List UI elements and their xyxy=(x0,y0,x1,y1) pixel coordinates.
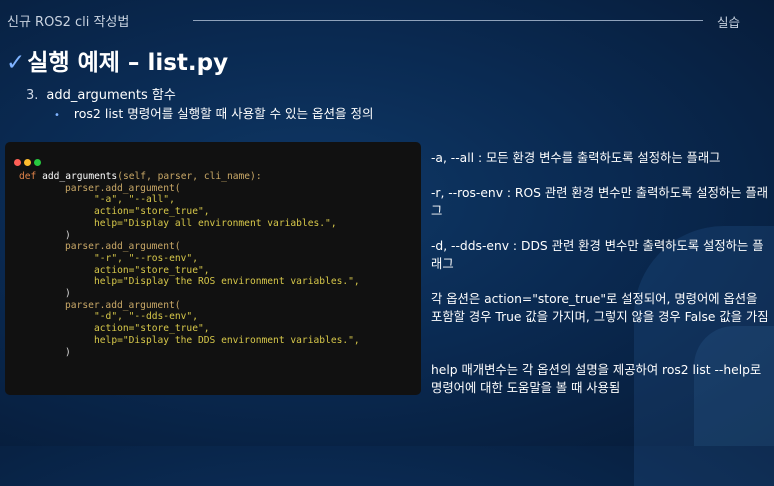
check-icon: ✓ xyxy=(6,50,26,76)
code-line: "-a", "--all", xyxy=(94,194,175,206)
code-line: action="store_true", xyxy=(94,323,210,335)
description-all-flag: -a, --all : 모든 환경 변수를 출력하도록 설정하는 플래그 xyxy=(431,151,721,165)
code-line: help="Display the DDS environment variab… xyxy=(94,334,360,346)
code-line: "-d", "--dds-env", xyxy=(94,311,198,323)
code-line: ) xyxy=(65,229,71,241)
bullet-icon: • xyxy=(54,110,60,121)
window-controls xyxy=(14,151,44,170)
description-ros-env-flag: -r, --ros-env : ROS 관련 환경 변수만 출력하도록 설정하는… xyxy=(431,186,769,218)
list-subitem: • ros2 list 명령어를 실행할 때 사용할 수 있는 옵션을 정의 xyxy=(54,103,374,122)
code-params: (self, parser, cli_name): xyxy=(117,171,262,182)
header-section-tag: 실습 xyxy=(717,15,741,30)
code-line: action="store_true", xyxy=(94,264,210,276)
code-line: "-r", "--ros-env", xyxy=(94,252,198,264)
slide-title-text: 실행 예제 – list.py xyxy=(27,50,229,76)
minimize-dot-icon xyxy=(24,159,31,166)
list-item-main: 3. add_arguments 함수 xyxy=(26,84,176,103)
header-section-title: 신규 ROS2 cli 작성법 xyxy=(7,15,130,30)
code-line: ) xyxy=(65,346,71,358)
list-subitem-text: ros2 list 명령어를 실행할 때 사용할 수 있는 옵션을 정의 xyxy=(73,106,374,121)
code-line: action="store_true", xyxy=(94,206,210,218)
header-divider xyxy=(193,20,703,21)
code-keyword: def xyxy=(19,171,37,182)
code-line: parser.add_argument( xyxy=(65,241,181,253)
maximize-dot-icon xyxy=(34,159,41,166)
description-help-param: help 매개변수는 각 옵션의 설명을 제공하여 ros2 list --he… xyxy=(431,363,762,395)
code-line: help="Display the ROS environment variab… xyxy=(94,276,360,288)
code-block: def add_arguments(self, parser, cli_name… xyxy=(19,171,360,358)
code-window: def add_arguments(self, parser, cli_name… xyxy=(5,142,421,395)
close-dot-icon xyxy=(14,159,21,166)
code-line: parser.add_argument( xyxy=(65,299,181,311)
code-line: ) xyxy=(65,288,71,300)
code-function-name: add_arguments xyxy=(42,171,118,182)
code-line: help="Display all environment variables.… xyxy=(94,217,337,229)
description-dds-env-flag: -d, --dds-env : DDS 관련 환경 변수만 출력하도록 설정하는… xyxy=(431,239,764,271)
slide-title: ✓실행 예제 – list.py xyxy=(6,43,228,77)
list-item-text: add_arguments 함수 xyxy=(46,88,176,103)
list-number: 3. xyxy=(26,88,39,103)
code-line: parser.add_argument( xyxy=(65,182,181,194)
description-store-true: 각 옵션은 action="store_true"로 설정되어, 명령어에 옵션… xyxy=(431,292,769,324)
